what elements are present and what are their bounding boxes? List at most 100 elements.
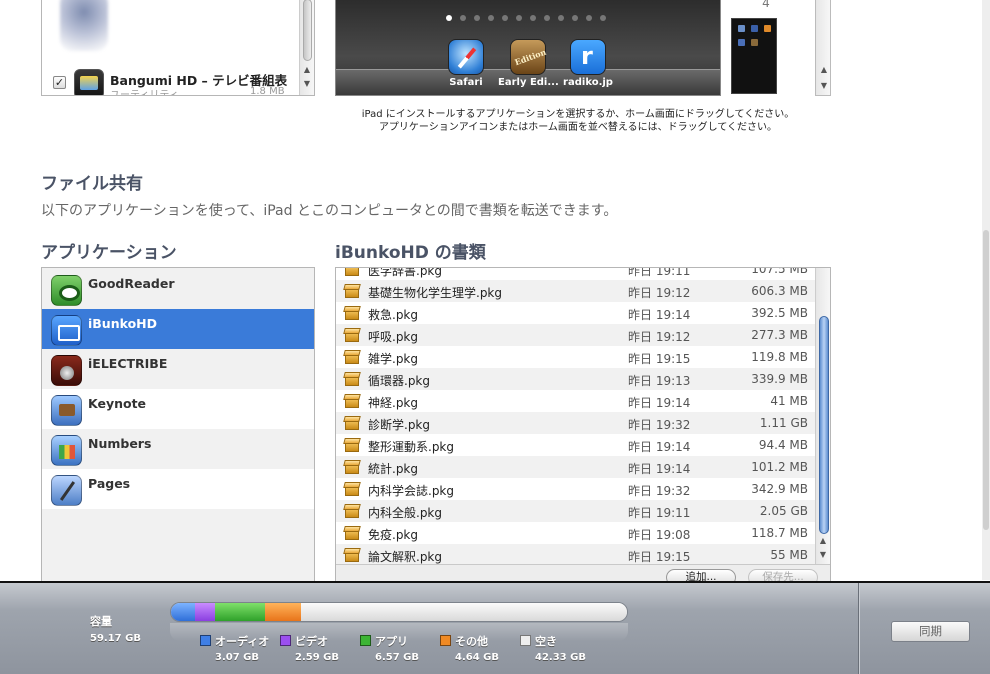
document-size: 119.8 MB xyxy=(751,350,808,364)
dock-app-early-edition[interactable]: Early Edi... xyxy=(498,39,558,88)
app-item-label: Numbers xyxy=(88,436,152,451)
document-list[interactable]: 医学辞書.pkg 昨日 19:11 107.5 MB 基礎生物化学生理学.pkg 昨日 … xyxy=(335,267,831,587)
document-row[interactable]: 循環器.pkg 昨日 19:13 339.9 MB xyxy=(336,368,816,390)
app-item-label: iBunkoHD xyxy=(88,316,158,331)
document-row[interactable]: 診断学.pkg 昨日 19:32 1.11 GB xyxy=(336,412,816,434)
page-dot[interactable] xyxy=(446,15,452,21)
app-item-ielectribe[interactable]: iELECTRIBE xyxy=(42,349,314,389)
page-dot[interactable] xyxy=(530,15,536,21)
preview-gap xyxy=(721,0,731,96)
document-size: 339.9 MB xyxy=(751,372,808,386)
legend-value: 6.57 GB xyxy=(375,652,419,663)
package-icon xyxy=(343,283,361,299)
status-divider xyxy=(858,583,860,674)
mini-home-screen[interactable] xyxy=(731,18,777,94)
document-size: 392.5 MB xyxy=(751,306,808,320)
capacity-segment-apps xyxy=(214,603,266,621)
document-row[interactable]: 救急.pkg 昨日 19:14 392.5 MB xyxy=(336,302,816,324)
package-icon xyxy=(343,437,361,453)
apps-swatch xyxy=(360,635,371,646)
document-row[interactable]: 医学辞書.pkg 昨日 19:11 107.5 MB xyxy=(336,267,816,280)
legend-value: 3.07 GB xyxy=(215,652,259,663)
page-dot[interactable] xyxy=(600,15,606,21)
window-scrollbar[interactable] xyxy=(982,0,990,580)
document-name: 論文解釈.pkg xyxy=(368,550,442,564)
document-date: 昨日 19:11 xyxy=(628,506,691,520)
capacity-bar-panel: 容量 59.17 GB オーディオ 3.07 GB ビデオ 2.59 GB アプ… xyxy=(0,581,990,674)
install-checkbox[interactable]: ✓ xyxy=(53,76,66,89)
app-install-row[interactable]: ✓ Bangumi HD – テレビ番組表 ユーティリティ 1.8 MB xyxy=(42,65,302,96)
page-dot[interactable] xyxy=(516,15,522,21)
document-row[interactable]: 論文解釈.pkg 昨日 19:15 55 MB xyxy=(336,544,816,566)
package-icon xyxy=(343,415,361,431)
document-row[interactable]: 内科学会誌.pkg 昨日 19:32 342.9 MB xyxy=(336,478,816,500)
page-dot[interactable] xyxy=(474,15,480,21)
app-install-list: ✓ Bangumi HD – テレビ番組表 ユーティリティ 1.8 MB ▲ ▼ xyxy=(41,0,315,96)
scroll-up-arrow-icon[interactable]: ▲ xyxy=(300,65,314,75)
document-name: 医学辞書.pkg xyxy=(368,267,442,278)
document-row[interactable]: 統計.pkg 昨日 19:14 101.2 MB xyxy=(336,456,816,478)
document-rows: 医学辞書.pkg 昨日 19:11 107.5 MB 基礎生物化学生理学.pkg 昨日 … xyxy=(336,267,816,566)
scroll-down-arrow-icon[interactable]: ▼ xyxy=(817,81,831,91)
package-icon xyxy=(343,393,361,409)
document-date: 昨日 19:14 xyxy=(628,396,691,410)
page-dot[interactable] xyxy=(572,15,578,21)
numbers-icon xyxy=(51,435,82,466)
legend-label: 空き xyxy=(535,635,557,648)
legend-value: 2.59 GB xyxy=(295,652,339,663)
scroll-down-arrow-icon[interactable]: ▼ xyxy=(300,79,314,89)
home-screen-preview[interactable]: Safari Early Edi... radiko.jp xyxy=(335,0,721,96)
page-dot[interactable] xyxy=(558,15,564,21)
document-date: 昨日 19:12 xyxy=(628,330,691,344)
capacity-total: 59.17 GB xyxy=(90,633,141,644)
sync-button[interactable]: 同期 xyxy=(891,621,970,642)
document-row[interactable]: 神経.pkg 昨日 19:14 41 MB xyxy=(336,390,816,412)
app-category: ユーティリティ xyxy=(110,90,179,96)
scroll-thumb[interactable] xyxy=(303,0,312,61)
document-name: 免疫.pkg xyxy=(368,528,418,542)
scroll-thumb[interactable] xyxy=(983,230,989,530)
document-name: 循環器.pkg xyxy=(368,374,430,388)
app-item-ibunkohd[interactable]: iBunkoHD xyxy=(42,309,314,349)
document-date: 昨日 19:14 xyxy=(628,308,691,322)
page-dot[interactable] xyxy=(502,15,508,21)
document-list-scrollbar[interactable]: ▲ ▼ xyxy=(815,268,830,564)
file-sharing-app-list[interactable]: GoodReader iBunkoHD iELECTRIBE Keynote N… xyxy=(41,267,315,587)
app-item-keynote[interactable]: Keynote xyxy=(42,389,314,429)
scroll-up-arrow-icon[interactable]: ▲ xyxy=(817,65,831,75)
preview-scrollbar[interactable]: ▲ ▼ xyxy=(815,0,831,96)
document-row[interactable]: 基礎生物化学生理学.pkg 昨日 19:12 606.3 MB xyxy=(336,280,816,302)
document-row[interactable]: 整形運動系.pkg 昨日 19:14 94.4 MB xyxy=(336,434,816,456)
package-icon xyxy=(343,371,361,387)
home-page-thumbnail[interactable]: 4 xyxy=(731,0,815,96)
app-item-pages[interactable]: Pages xyxy=(42,469,314,509)
file-sharing-title: ファイル共有 xyxy=(41,174,143,194)
page-dot[interactable] xyxy=(544,15,550,21)
document-row[interactable]: 内科全般.pkg 昨日 19:11 2.05 GB xyxy=(336,500,816,522)
ibunkohd-icon xyxy=(51,315,82,346)
scroll-up-arrow-icon[interactable]: ▲ xyxy=(816,536,830,546)
document-name: 整形運動系.pkg xyxy=(368,440,454,454)
app-list-scrollbar[interactable]: ▲ ▼ xyxy=(299,0,314,95)
document-row[interactable]: 免疫.pkg 昨日 19:08 118.7 MB xyxy=(336,522,816,544)
pages-icon xyxy=(51,475,82,506)
document-date: 昨日 19:32 xyxy=(628,418,691,432)
install-hint: iPad にインストールするアプリケーションを選択するか、ホーム画面にドラッグし… xyxy=(300,108,856,134)
page-dot[interactable] xyxy=(488,15,494,21)
app-item-goodreader[interactable]: GoodReader xyxy=(42,269,314,309)
page-dot[interactable] xyxy=(460,15,466,21)
document-date: 昨日 19:14 xyxy=(628,462,691,476)
scroll-down-arrow-icon[interactable]: ▼ xyxy=(816,550,830,560)
dock-app-radiko[interactable]: radiko.jp xyxy=(558,39,618,88)
documents-heading: iBunkoHD の書類 xyxy=(335,243,486,263)
document-date: 昨日 19:13 xyxy=(628,374,691,388)
scroll-thumb[interactable] xyxy=(819,316,829,534)
app-item-numbers[interactable]: Numbers xyxy=(42,429,314,469)
document-row[interactable]: 呼吸.pkg 昨日 19:12 277.3 MB xyxy=(336,324,816,346)
document-row[interactable]: 雑学.pkg 昨日 19:15 119.8 MB xyxy=(336,346,816,368)
dock-app-safari[interactable]: Safari xyxy=(436,39,496,88)
page-dot[interactable] xyxy=(586,15,592,21)
document-name: 診断学.pkg xyxy=(368,418,430,432)
document-name: 基礎生物化学生理学.pkg xyxy=(368,286,502,300)
dock-app-label: Early Edi... xyxy=(498,77,558,88)
